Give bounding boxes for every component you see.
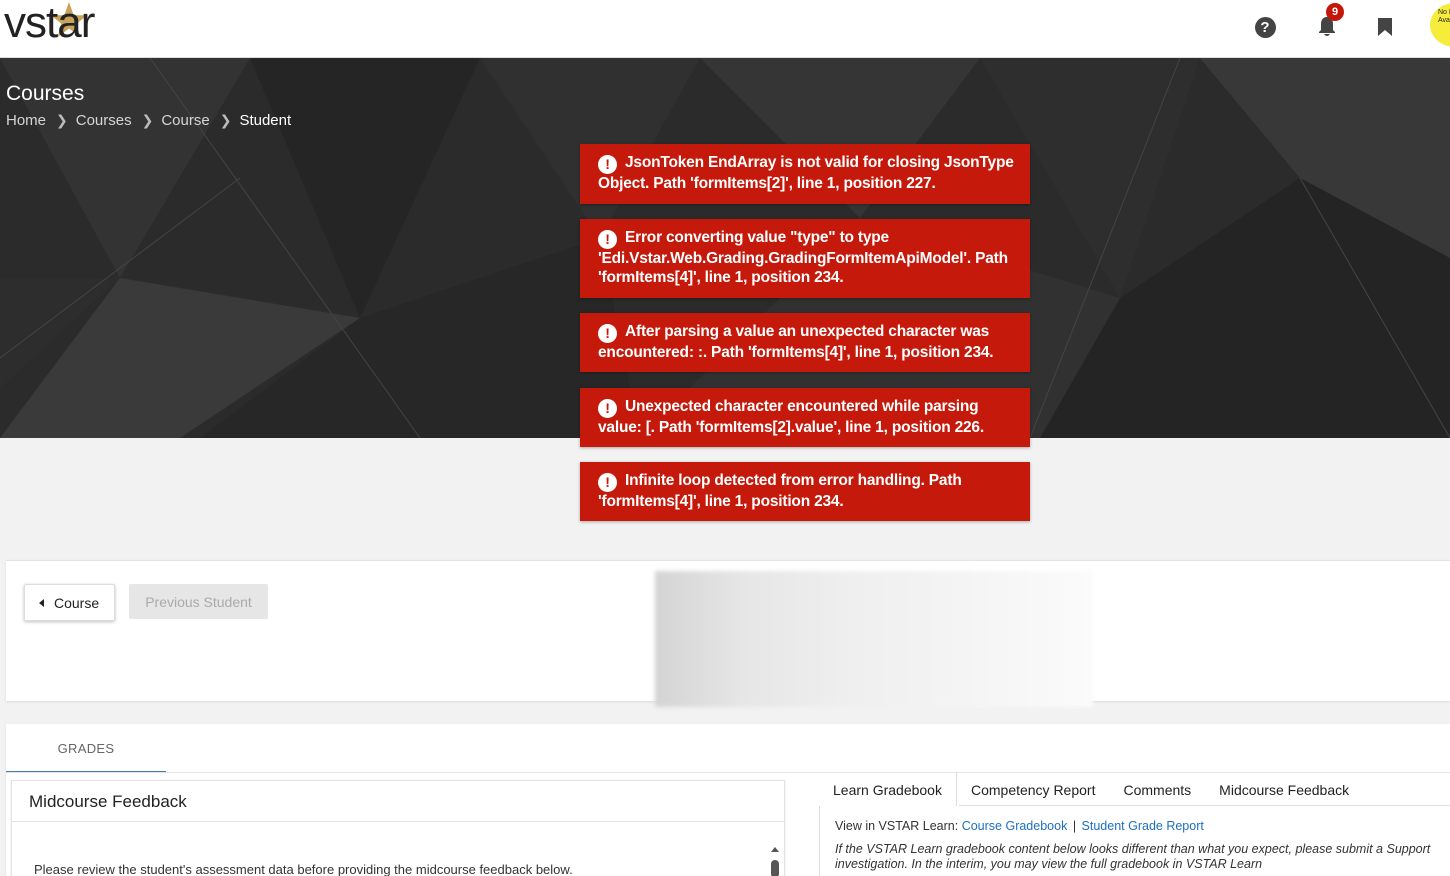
alert-icon: ! [598,324,617,343]
error-message: Unexpected character encountered while p… [598,398,984,436]
grades-panel: GRADES Midcourse Feedback Please review … [6,724,1450,876]
breadcrumb-courses[interactable]: Courses [76,112,132,129]
back-to-course-label: Course [54,594,100,611]
midcourse-feedback-card: Midcourse Feedback Please review the stu… [11,780,785,876]
gradebook-tabs: Learn Gradebook Competency Report Commen… [819,773,1363,806]
top-bar: vstar ? 9 No Image Available [0,0,1450,58]
learn-gradebook-content: View in VSTAR Learn: Course Gradebook | … [819,806,1450,876]
previous-student-label: Previous Student [145,593,252,610]
alert-icon: ! [598,230,617,249]
view-in-learn-label: View in VSTAR Learn: [835,819,959,833]
error-toast[interactable]: ! Unexpected character encountered while … [580,388,1030,447]
avatar-placeholder-text: No Image Available [1438,9,1450,24]
bookmark-icon [1378,18,1392,36]
notifications-button[interactable]: 9 [1314,3,1344,40]
scrollbar-thumb[interactable] [771,860,779,876]
error-message: Infinite loop detected from error handli… [598,472,962,510]
midcourse-feedback-instructions: Please review the student's assessment d… [34,862,573,876]
avatar[interactable]: No Image Available [1430,3,1450,47]
error-message: After parsing a value an unexpected char… [598,323,994,361]
error-message: Error converting value "type" to type 'E… [598,229,1008,286]
midcourse-feedback-title: Midcourse Feedback [29,792,187,811]
help-icon: ? [1254,16,1276,38]
tab-midcourse-feedback[interactable]: Midcourse Feedback [1205,773,1363,806]
link-separator: | [1072,819,1077,833]
student-grade-report-link[interactable]: Student Grade Report [1082,819,1204,833]
note-line: investigation. In the interim, you may v… [835,857,1263,871]
page-title: Courses [6,82,85,105]
error-toast[interactable]: ! JsonToken EndArray is not valid for clo… [580,144,1030,204]
bookmarks-button[interactable] [1372,14,1398,40]
alert-icon: ! [598,155,617,174]
logo-text: vstar [4,0,95,47]
breadcrumb-course[interactable]: Course [161,112,209,129]
tab-learn-gradebook[interactable]: Learn Gradebook [819,773,957,806]
student-navigation-card: Course Previous Student [6,560,1450,707]
alert-icon: ! [598,473,617,492]
scrollbar[interactable] [770,847,780,876]
back-to-course-button[interactable]: Course [24,584,115,621]
note-line: If the VSTAR Learn gradebook content bel… [835,842,1431,856]
previous-student-button: Previous Student [129,584,268,619]
help-button[interactable]: ? [1252,14,1278,40]
card-divider [12,821,784,822]
caret-left-icon [39,598,44,607]
gradebook-support-note: If the VSTAR Learn gradebook content bel… [835,842,1450,872]
chevron-right-icon: ❯ [56,112,68,128]
error-toast[interactable]: ! Infinite loop detected from error handl… [580,462,1030,521]
breadcrumb-home[interactable]: Home [6,112,46,129]
scroll-up-icon[interactable] [771,847,779,852]
breadcrumb: Home ❯ Courses ❯ Course ❯ Student [6,112,291,129]
gradebook-panel: Learn Gradebook Competency Report Commen… [819,773,1450,876]
error-toast[interactable]: ! After parsing a value an unexpected cha… [580,313,1030,372]
chevron-right-icon: ❯ [141,112,154,128]
breadcrumb-student: Student [239,112,292,129]
view-in-learn-line: View in VSTAR Learn: Course Gradebook | … [835,819,1450,833]
tab-comments[interactable]: Comments [1109,773,1205,806]
vstar-logo[interactable]: vstar [4,0,95,50]
tab-competency-report[interactable]: Competency Report [957,773,1110,806]
notification-count-badge: 9 [1326,3,1344,21]
chevron-right-icon: ❯ [219,112,232,128]
error-message: JsonToken EndArray is not valid for clos… [598,154,1014,192]
tab-grades[interactable]: GRADES [6,724,166,773]
alert-icon: ! [598,399,617,418]
course-gradebook-link[interactable]: Course Gradebook [962,819,1068,833]
error-toast[interactable]: ! Error converting value "type" to type '… [580,219,1030,298]
redacted-student-info [655,571,1093,707]
